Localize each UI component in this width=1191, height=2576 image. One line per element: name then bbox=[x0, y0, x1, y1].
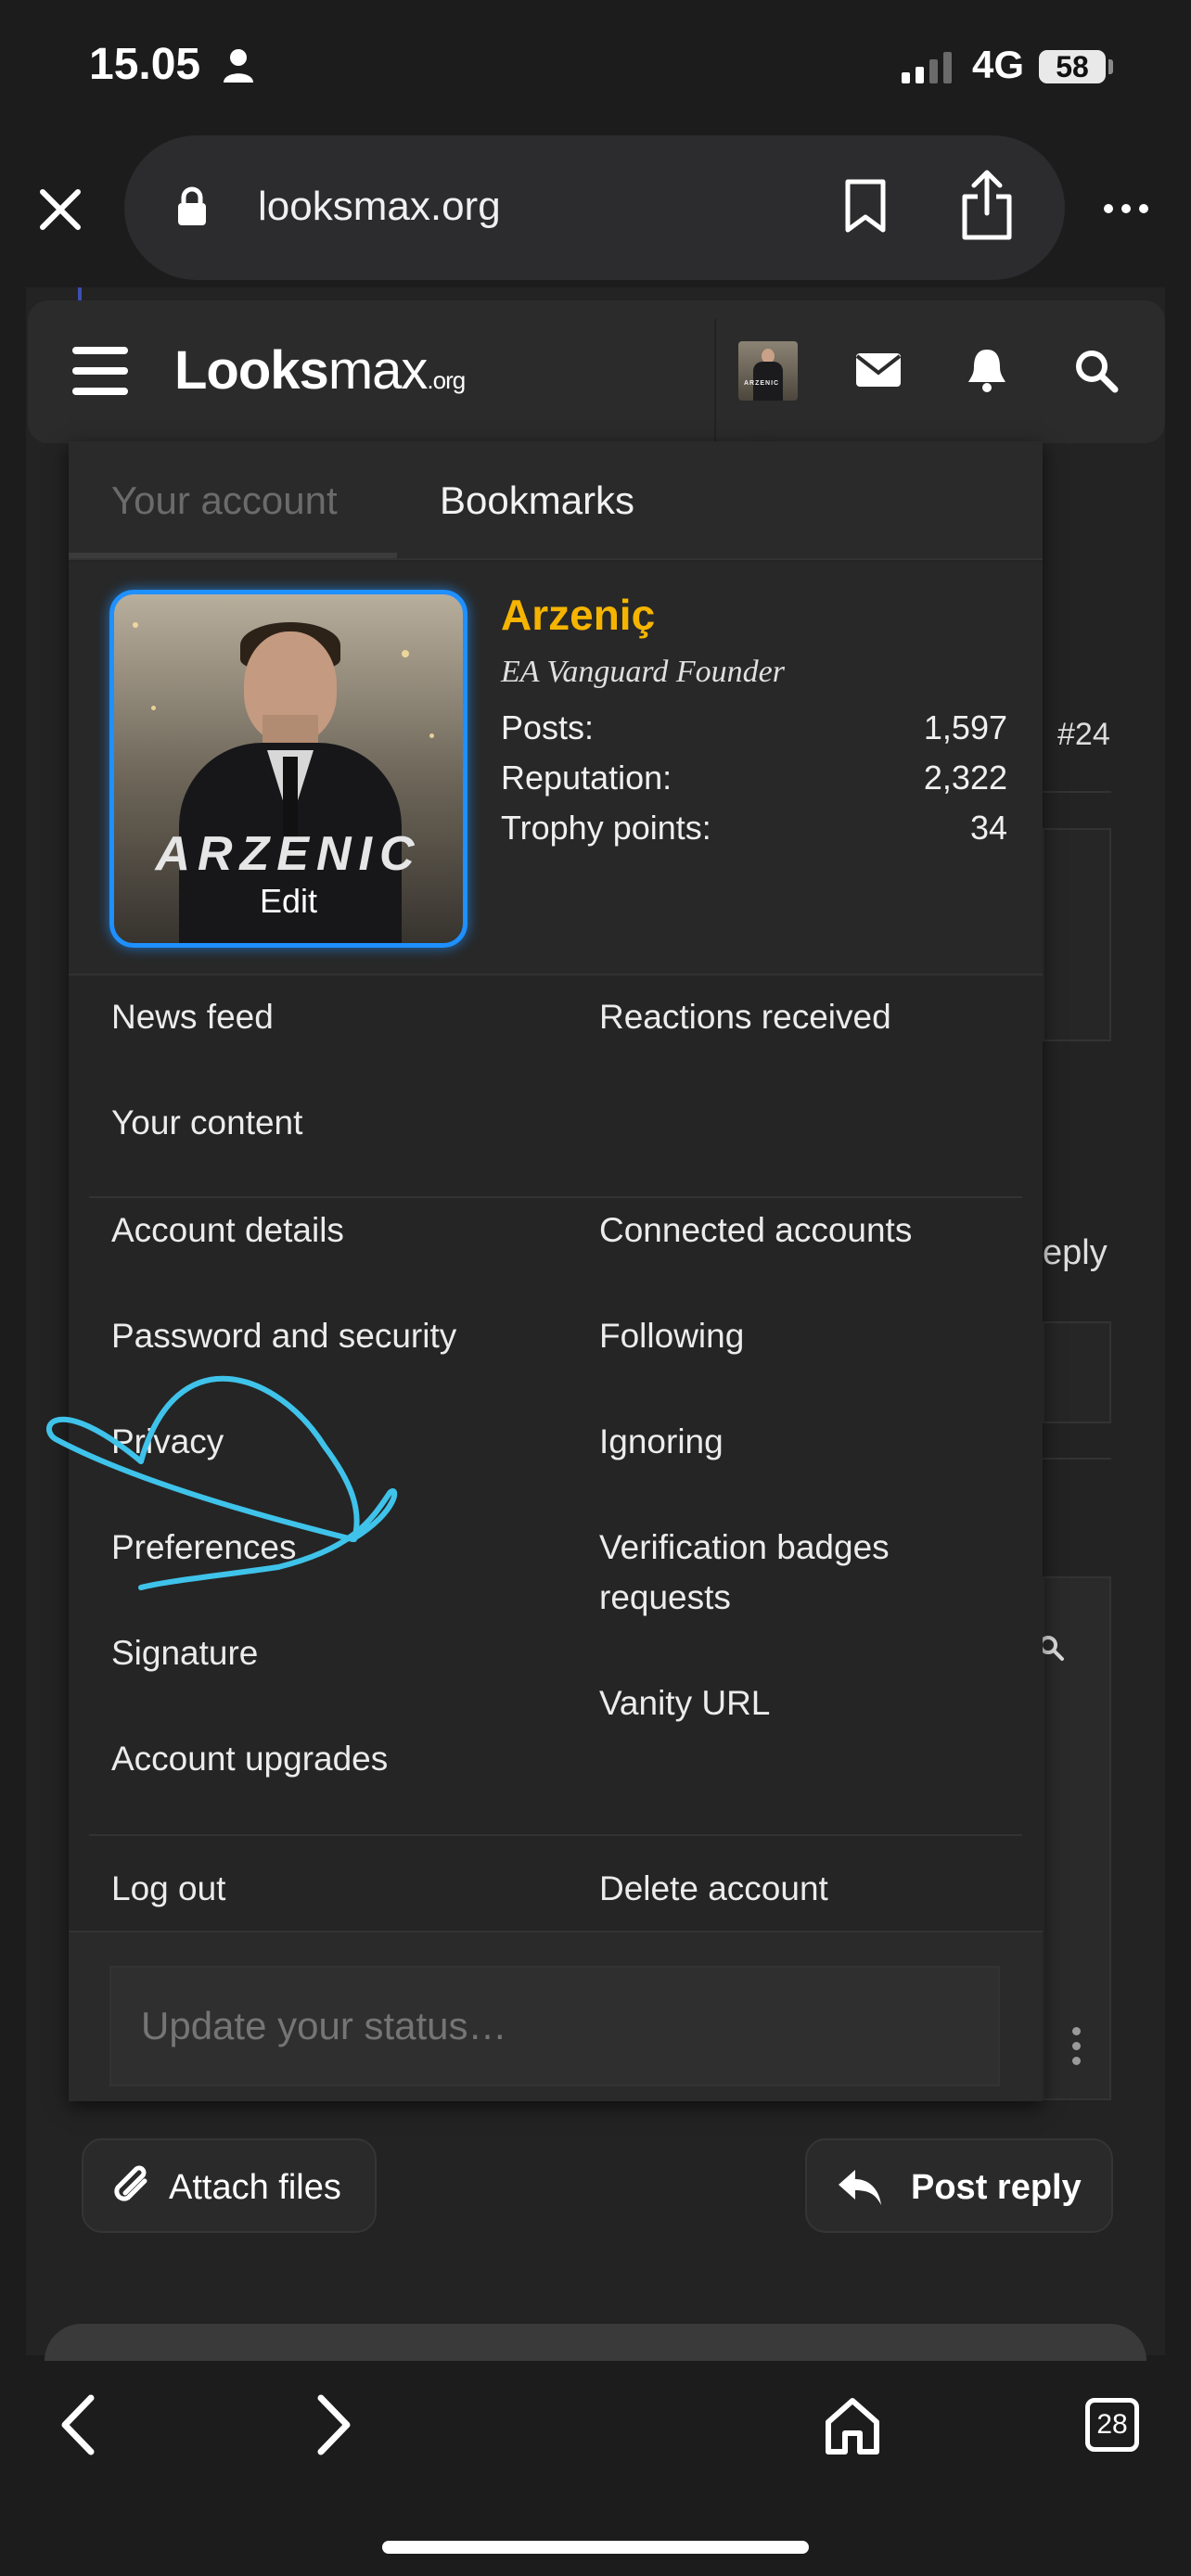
logo-text-bold: Looks bbox=[174, 340, 329, 401]
close-icon bbox=[40, 189, 81, 230]
logo-text-light: max bbox=[327, 340, 429, 401]
hamburger-menu-icon[interactable] bbox=[72, 347, 128, 395]
back-icon[interactable] bbox=[56, 2392, 102, 2457]
link-log-out[interactable]: Log out bbox=[111, 1864, 225, 1914]
header-divider bbox=[714, 319, 716, 443]
screen: 15.05 4G 58 looksmax.org #24 eply Looksm… bbox=[0, 0, 1191, 2576]
link-group-activity: News feed Reactions received Your conten… bbox=[89, 977, 1022, 1198]
link-reactions-received[interactable]: Reactions received bbox=[599, 992, 891, 1042]
stat-posts: Posts: 1,597 bbox=[501, 708, 1007, 746]
avatar-button[interactable]: ARZENIC bbox=[738, 341, 798, 401]
bell-icon[interactable] bbox=[967, 347, 1007, 393]
attach-files-label: Attach files bbox=[169, 2168, 341, 2207]
url-text: looksmax.org bbox=[258, 184, 501, 229]
link-group-session: Log out Delete account bbox=[89, 1836, 1022, 1945]
user-stats: Posts: 1,597 Reputation: 2,322 Trophy poin… bbox=[501, 703, 1007, 853]
user-title: EA Vanguard Founder bbox=[501, 655, 785, 689]
reply-link-fragment[interactable]: eply bbox=[1043, 1233, 1108, 1273]
lock-icon bbox=[178, 186, 206, 225]
site-logo[interactable]: Looksmax.org bbox=[174, 339, 466, 402]
stat-trophy-points: Trophy points: 34 bbox=[501, 809, 1007, 847]
url-field[interactable]: looksmax.org bbox=[124, 135, 1065, 280]
link-preferences[interactable]: Preferences bbox=[111, 1523, 297, 1573]
stat-reputation: Reputation: 2,322 bbox=[501, 759, 1007, 797]
avatar-text: ARZENIC bbox=[744, 380, 780, 387]
site-header: Looksmax.org ARZENIC bbox=[28, 300, 1165, 443]
share-icon[interactable] bbox=[959, 169, 1015, 241]
profile-summary: ARZENIC Edit Arzeniç EA Vanguard Founder… bbox=[69, 562, 1043, 976]
link-delete-account[interactable]: Delete account bbox=[599, 1864, 828, 1914]
account-links: News feed Reactions received Your conten… bbox=[69, 977, 1043, 1945]
link-following[interactable]: Following bbox=[599, 1311, 744, 1361]
link-signature[interactable]: Signature bbox=[111, 1628, 258, 1678]
tab-bookmarks[interactable]: Bookmarks bbox=[440, 478, 634, 523]
menu-tabs: Your account Bookmarks bbox=[69, 441, 1043, 560]
status-time: 15.05 bbox=[89, 40, 201, 89]
link-connected-accounts[interactable]: Connected accounts bbox=[599, 1205, 912, 1256]
link-group-settings: Account details Connected accounts Passw… bbox=[89, 1198, 1022, 1836]
post-reply-button[interactable]: Post reply bbox=[805, 2138, 1113, 2233]
attach-files-button[interactable]: Attach files bbox=[82, 2138, 377, 2233]
home-icon[interactable] bbox=[824, 2396, 881, 2455]
home-indicator[interactable] bbox=[382, 2541, 809, 2554]
browser-address-bar: looksmax.org bbox=[0, 130, 1191, 287]
link-news-feed[interactable]: News feed bbox=[111, 992, 274, 1042]
status-bar: 15.05 4G 58 bbox=[0, 0, 1191, 130]
battery-tip bbox=[1108, 59, 1113, 74]
mail-icon[interactable] bbox=[855, 352, 902, 388]
person-icon bbox=[224, 49, 253, 83]
network-type: 4G bbox=[972, 43, 1025, 86]
browser-toolbar: 28 bbox=[0, 2361, 1191, 2576]
status-update-input[interactable] bbox=[109, 1966, 1000, 2086]
logo-tld: .org bbox=[427, 366, 466, 394]
edit-avatar-link[interactable]: Edit bbox=[114, 882, 463, 921]
post-block bbox=[1043, 828, 1111, 1041]
forward-icon[interactable] bbox=[310, 2392, 356, 2457]
post-block bbox=[1043, 1321, 1111, 1423]
tabs-button[interactable]: 28 bbox=[1085, 2398, 1139, 2452]
post-reply-label: Post reply bbox=[911, 2168, 1082, 2207]
battery-icon: 58 bbox=[1039, 50, 1106, 83]
signal-icon bbox=[902, 50, 952, 83]
bookmark-icon[interactable] bbox=[842, 178, 889, 234]
profile-avatar[interactable]: ARZENIC Edit bbox=[109, 590, 467, 948]
link-your-content[interactable]: Your content bbox=[111, 1098, 302, 1148]
link-account-details[interactable]: Account details bbox=[111, 1205, 344, 1256]
link-account-upgrades[interactable]: Account upgrades bbox=[111, 1734, 388, 1784]
paperclip-icon bbox=[114, 2165, 147, 2201]
close-tab-button[interactable] bbox=[32, 181, 89, 238]
divider bbox=[1043, 1458, 1111, 1460]
username[interactable]: Arzeniç bbox=[501, 590, 655, 640]
link-ignoring[interactable]: Ignoring bbox=[599, 1417, 724, 1467]
account-menu: Your account Bookmarks ARZENIC Edit Arze… bbox=[69, 441, 1043, 2101]
link-verification-badges[interactable]: Verification badges requests bbox=[599, 1523, 952, 1623]
more-options-button[interactable] bbox=[1104, 204, 1148, 213]
tab-your-account[interactable]: Your account bbox=[111, 478, 338, 523]
avatar-brand-text: ARZENIC bbox=[155, 827, 422, 881]
reply-arrow-icon bbox=[839, 2170, 881, 2205]
post-number[interactable]: #24 bbox=[1057, 717, 1110, 753]
link-password-security[interactable]: Password and security bbox=[111, 1311, 456, 1361]
tab-underline bbox=[69, 553, 397, 558]
divider bbox=[1043, 791, 1111, 793]
link-vanity-url[interactable]: Vanity URL bbox=[599, 1678, 770, 1728]
kebab-menu-icon[interactable] bbox=[1072, 2027, 1081, 2065]
search-icon[interactable] bbox=[1074, 349, 1119, 393]
link-privacy[interactable]: Privacy bbox=[111, 1417, 224, 1467]
